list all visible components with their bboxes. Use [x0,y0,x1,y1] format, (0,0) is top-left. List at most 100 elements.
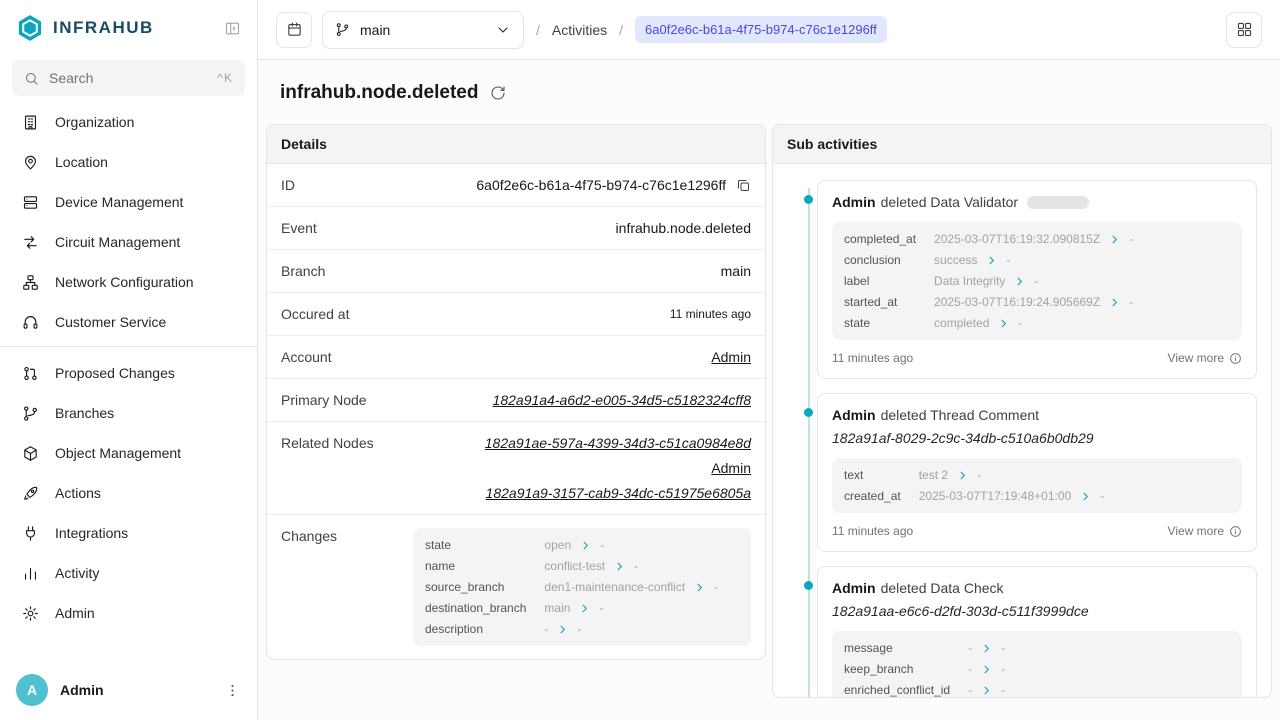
chevron-right-icon [579,603,590,614]
view-more-label: View more [1168,351,1224,365]
prop-after: - [714,580,718,594]
sidebar-spacer [0,633,257,660]
info-icon [1229,352,1242,365]
main-area: main / Activities / 6a0f2e6c-b61a-4f75-b… [258,0,1280,720]
sidebar-item-admin[interactable]: Admin [12,593,245,633]
row-label: Account [281,349,332,365]
sidebar-item-label: Network Configuration [55,274,194,290]
sidebar-item-network-configuration[interactable]: Network Configuration [12,262,245,302]
search-input[interactable]: Search ^K [12,60,245,96]
prop-value: conflict-test [544,559,605,573]
chevron-right-icon [986,255,997,266]
prop-after: - [634,559,638,573]
sub-activity-card[interactable]: Admin deleted Thread Comment 182a91af-80… [817,393,1257,552]
prop-after: - [1001,641,1005,655]
page-content: infrahub.node.deleted Details ID 6a0f2e6… [258,60,1280,720]
sidebar-item-label: Proposed Changes [55,365,175,381]
prop-after: - [1129,295,1133,309]
sidebar-item-integrations[interactable]: Integrations [12,513,245,553]
timeline-item: Admin deleted Thread Comment 182a91af-80… [817,393,1257,552]
prop-key: text [844,468,901,482]
activity-props: completed_at 2025-03-07T16:19:32.090815Z… [832,222,1242,340]
activity-node-id: 182a91aa-e6c6-d2fd-303d-c511f3999dce [832,603,1242,619]
breadcrumb-activity-id[interactable]: 6a0f2e6c-b61a-4f75-b974-c76c1e1296ff [635,16,887,43]
apps-button[interactable] [1226,12,1262,48]
prop-after: - [600,538,604,552]
sub-activities-timeline: Admin deleted Data Validator completed_a… [773,164,1271,697]
branch-selector[interactable]: main [322,11,524,49]
sidebar-item-proposed-changes[interactable]: Proposed Changes [12,353,245,393]
related-node-link[interactable]: 182a91a9-3157-cab9-34dc-c51975e6805a [486,485,751,501]
activity-actor: Admin [832,580,876,596]
account-link[interactable]: Admin [711,349,751,365]
prop-after: - [577,622,581,636]
prop-value: den1-maintenance-conflict [544,580,685,594]
prop-key: started_at [844,295,916,309]
activity-node-id: 182a91af-8029-2c9c-34db-c510a6b0db29 [832,430,1242,446]
prop-key: state [425,538,526,552]
prop-key: completed_at [844,232,916,246]
pull-request-icon [22,365,39,382]
row-label: Primary Node [281,392,367,408]
sidebar-item-activity[interactable]: Activity [12,553,245,593]
occured-at-value: 11 minutes ago [365,307,751,321]
sidebar-item-device-management[interactable]: Device Management [12,182,245,222]
chevron-right-icon [981,643,992,654]
search-shortcut: ^K [217,71,233,85]
collapse-sidebar-icon[interactable] [224,20,241,37]
rocket-icon [22,485,39,502]
kebab-menu-icon[interactable] [224,682,241,699]
git-branch-icon [22,405,39,422]
avatar: A [16,674,48,706]
prop-after: - [1006,253,1010,267]
prop-value: - [544,622,548,636]
sidebar-item-branches[interactable]: Branches [12,393,245,433]
activity-action: deleted Thread Comment [881,407,1040,423]
logo-row: INFRAHUB [0,0,257,52]
building-icon [22,114,39,131]
prop-key: conclusion [844,253,916,267]
calendar-button[interactable] [276,12,312,48]
primary-node-link[interactable]: 182a91a4-a6d2-e005-34d5-c5182324cff8 [493,392,751,408]
view-more-link[interactable]: View more [1168,351,1242,365]
detail-row-account: Account Admin [267,336,765,379]
detail-row-primary-node: Primary Node 182a91a4-a6d2-e005-34d5-c51… [267,379,765,422]
info-icon [1229,525,1242,538]
chevron-right-icon [580,540,591,551]
chevron-right-icon [1014,276,1025,287]
sidebar-item-actions[interactable]: Actions [12,473,245,513]
sidebar-item-customer-service[interactable]: Customer Service [12,302,245,342]
prop-value: test 2 [919,468,948,482]
copy-icon[interactable] [736,178,751,193]
prop-key: destination_branch [425,601,526,615]
detail-row-branch: Branch main [267,250,765,293]
prop-key: keep_branch [844,662,950,676]
git-branch-icon [335,22,350,37]
infrahub-logo[interactable]: INFRAHUB [16,14,154,42]
sidebar-item-object-management[interactable]: Object Management [12,433,245,473]
related-node-link[interactable]: 182a91ae-597a-4399-34d3-c51ca0984e8d [485,435,751,451]
chevron-right-icon [981,664,992,675]
breadcrumb-activities[interactable]: Activities [552,22,607,38]
sidebar-item-organization[interactable]: Organization [12,102,245,142]
related-node-link[interactable]: Admin [711,460,751,476]
sidebar-item-label: Device Management [55,194,183,210]
page-title: infrahub.node.deleted [280,82,478,104]
sidebar-item-label: Actions [55,485,101,501]
prop-key: message [844,641,950,655]
sub-activity-card[interactable]: Admin deleted Data Validator completed_a… [817,180,1257,379]
sidebar-item-location[interactable]: Location [12,142,245,182]
sub-activities-title: Sub activities [773,125,1271,164]
activity-time: 11 minutes ago [832,351,913,365]
infrahub-logo-icon [16,14,44,42]
sidebar-item-circuit-management[interactable]: Circuit Management [12,222,245,262]
detail-row-event: Event infrahub.node.deleted [267,207,765,250]
view-more-link[interactable]: View more [1168,524,1242,538]
sidebar-item-label: Integrations [55,525,128,541]
sub-activity-card[interactable]: Admin deleted Data Check 182a91aa-e6c6-d… [817,566,1257,697]
refresh-icon[interactable] [490,85,506,101]
row-label: Occured at [281,306,349,322]
row-label: Event [281,220,317,236]
prop-value: success [934,253,977,267]
prop-value: 2025-03-07T16:19:24.905669Z [934,295,1100,309]
